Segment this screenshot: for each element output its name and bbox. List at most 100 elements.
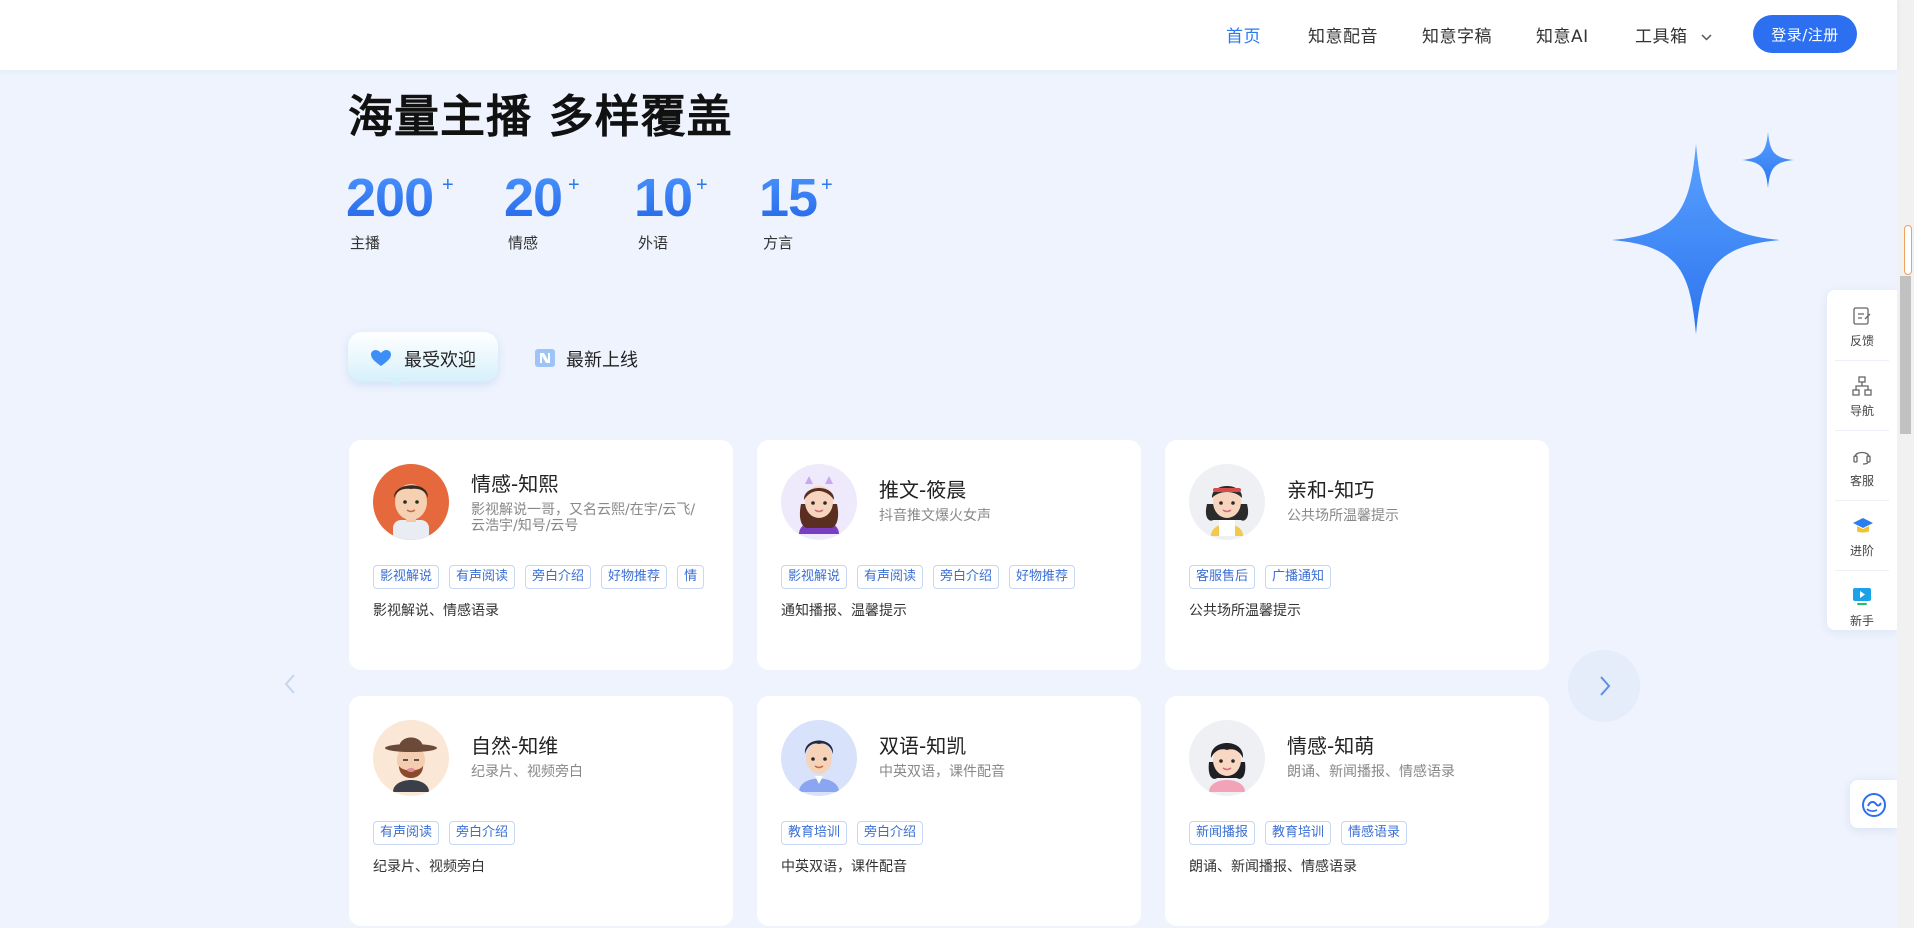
chevron-down-icon	[1701, 33, 1712, 41]
sidebar-customer-service[interactable]: 客服	[1827, 432, 1897, 502]
login-register-button[interactable]: 登录/注册	[1753, 15, 1857, 53]
voice-description: 中英双语，课件配音	[879, 764, 1005, 780]
tag[interactable]: 情	[677, 565, 705, 589]
voice-use-case: 影视解说、情感语录	[373, 603, 499, 619]
tag[interactable]: 好物推荐	[1009, 565, 1076, 589]
scrollbar-track[interactable]	[1897, 0, 1914, 928]
tag-list: 教育培训 旁白介绍	[781, 821, 1117, 847]
scrollbar-thumb[interactable]	[1900, 276, 1911, 434]
stat-label: 外语	[638, 234, 669, 252]
play-icon	[1853, 588, 1871, 605]
voice-use-case: 中英双语，课件配音	[781, 859, 907, 875]
voice-name: 情感-知熙	[471, 472, 559, 496]
stat-value: 20	[504, 168, 563, 228]
avatar	[1189, 464, 1265, 540]
voice-description: 抖音推文爆火女声	[879, 508, 991, 524]
sitemap-icon	[1852, 376, 1872, 396]
avatar	[373, 720, 449, 796]
voice-card-zhiqiao[interactable]: 亲和-知巧 公共场所温馨提示 客服售后 广播通知 公共场所温馨提示	[1165, 440, 1549, 670]
sidebar-advanced[interactable]: 进阶	[1827, 502, 1897, 572]
tag-list: 客服售后 广播通知	[1189, 565, 1525, 591]
tag[interactable]: 新闻播报	[1189, 821, 1256, 845]
tag[interactable]: 客服售后	[1189, 565, 1256, 589]
tag[interactable]: 影视解说	[781, 565, 848, 589]
voice-description: 朗诵、新闻播报、情感语录	[1287, 764, 1455, 780]
nav-home[interactable]: 首页	[1226, 22, 1261, 47]
voice-name: 推文-筱晨	[879, 478, 967, 502]
voice-description: 影视解说一哥，又名云熙/在宇/云飞/云浩宇/知号/云号	[471, 502, 696, 534]
voice-card-zhixi[interactable]: 情感-知熙 影视解说一哥，又名云熙/在宇/云飞/云浩宇/知号/云号 影视解说 有声…	[349, 440, 733, 670]
sidebar-navigation[interactable]: 导航	[1827, 362, 1897, 432]
tag[interactable]: 有声阅读	[373, 821, 440, 845]
stat-languages: 10 + 外语	[634, 168, 708, 253]
stat-dialects: 15 + 方言	[759, 168, 833, 253]
sidebar-label: 进阶	[1849, 544, 1874, 558]
voice-use-case: 纪录片、视频旁白	[373, 859, 485, 875]
avatar	[781, 464, 857, 540]
feedback-icon	[1853, 307, 1871, 325]
chevron-left-icon	[284, 674, 295, 694]
chat-assistant-icon	[1862, 793, 1886, 817]
tag[interactable]: 教育培训	[1265, 821, 1332, 845]
stat-label: 主播	[350, 234, 381, 252]
voice-card-zhimeng[interactable]: 情感-知萌 朗诵、新闻播报、情感语录 新闻播报 教育培训 情感语录 朗诵、新闻播报、…	[1165, 696, 1549, 926]
tag[interactable]: 旁白介绍	[525, 565, 592, 589]
sidebar-beginner[interactable]: 新手	[1827, 572, 1897, 642]
sidebar-label: 反馈	[1849, 334, 1874, 348]
sidebar-label: 导航	[1849, 404, 1874, 418]
chevron-right-icon	[1600, 676, 1611, 696]
heart-icon	[371, 350, 391, 366]
voice-card-zhikai[interactable]: 双语-知凯 中英双语，课件配音 教育培训 旁白介绍 中英双语，课件配音	[757, 696, 1141, 926]
avatar	[373, 464, 449, 540]
voice-name: 双语-知凯	[879, 734, 967, 758]
top-nav: 首页 知意配音 知意字稿 知意AI 工具箱 登录/注册	[0, 0, 1897, 70]
tab-label: 最受欢迎	[404, 350, 476, 371]
stat-value: 200	[346, 168, 434, 228]
tab-label: 最新上线	[566, 350, 638, 371]
voice-use-case: 公共场所温馨提示	[1189, 603, 1301, 619]
carousel-next-button[interactable]	[1568, 650, 1640, 722]
new-badge-icon	[535, 349, 555, 367]
nav-voice-dubbing[interactable]: 知意配音	[1308, 22, 1378, 47]
nav-toolbox[interactable]: 工具箱	[1635, 22, 1712, 47]
floating-sidebar: 反馈 导航 客服 进阶 新手	[1827, 290, 1897, 630]
tab-latest[interactable]: 最新上线	[534, 332, 654, 382]
graduation-cap-icon	[1853, 518, 1873, 533]
stat-value: 10	[634, 168, 693, 228]
tag[interactable]: 有声阅读	[857, 565, 924, 589]
tag[interactable]: 好物推荐	[601, 565, 668, 589]
stat-plus: +	[568, 174, 580, 196]
tag[interactable]: 旁白介绍	[933, 565, 1000, 589]
tag-list: 影视解说 有声阅读 旁白介绍 好物推荐情	[373, 565, 709, 591]
tag[interactable]: 有声阅读	[449, 565, 516, 589]
voice-card-zhiwei[interactable]: 自然-知维 纪录片、视频旁白 有声阅读 旁白介绍 纪录片、视频旁白	[349, 696, 733, 926]
tag[interactable]: 影视解说	[373, 565, 440, 589]
voice-use-case: 通知播报、温馨提示	[781, 603, 907, 619]
voice-card-xiaochen[interactable]: 推文-筱晨 抖音推文爆火女声 影视解说 有声阅读 旁白介绍 好物推荐 通知播报、温馨提…	[757, 440, 1141, 670]
carousel-prev-button[interactable]	[262, 656, 318, 712]
sidebar-label: 新手	[1849, 614, 1874, 628]
tag[interactable]: 旁白介绍	[449, 821, 516, 845]
stat-label: 方言	[763, 234, 794, 252]
tab-most-popular[interactable]: 最受欢迎	[348, 332, 498, 388]
avatar	[1189, 720, 1265, 796]
tag[interactable]: 旁白介绍	[857, 821, 924, 845]
avatar	[781, 720, 857, 796]
sidebar-feedback[interactable]: 反馈	[1827, 292, 1897, 362]
stat-plus: +	[821, 174, 833, 196]
voice-name: 情感-知萌	[1287, 734, 1375, 758]
stat-plus: +	[696, 174, 708, 196]
nav-toolbox-label: 工具箱	[1635, 27, 1688, 47]
voice-description: 纪录片、视频旁白	[471, 764, 583, 780]
stat-plus: +	[442, 174, 454, 196]
voice-description: 公共场所温馨提示	[1287, 508, 1399, 524]
tag[interactable]: 教育培训	[781, 821, 848, 845]
nav-ai[interactable]: 知意AI	[1536, 22, 1589, 47]
stat-label: 情感	[508, 234, 539, 252]
assistant-button[interactable]	[1850, 780, 1897, 828]
nav-transcript[interactable]: 知意字稿	[1422, 22, 1492, 47]
voice-use-case: 朗诵、新闻播报、情感语录	[1189, 859, 1357, 875]
headset-icon	[1853, 451, 1871, 465]
tag[interactable]: 广播通知	[1265, 565, 1332, 589]
tag[interactable]: 情感语录	[1341, 821, 1408, 845]
